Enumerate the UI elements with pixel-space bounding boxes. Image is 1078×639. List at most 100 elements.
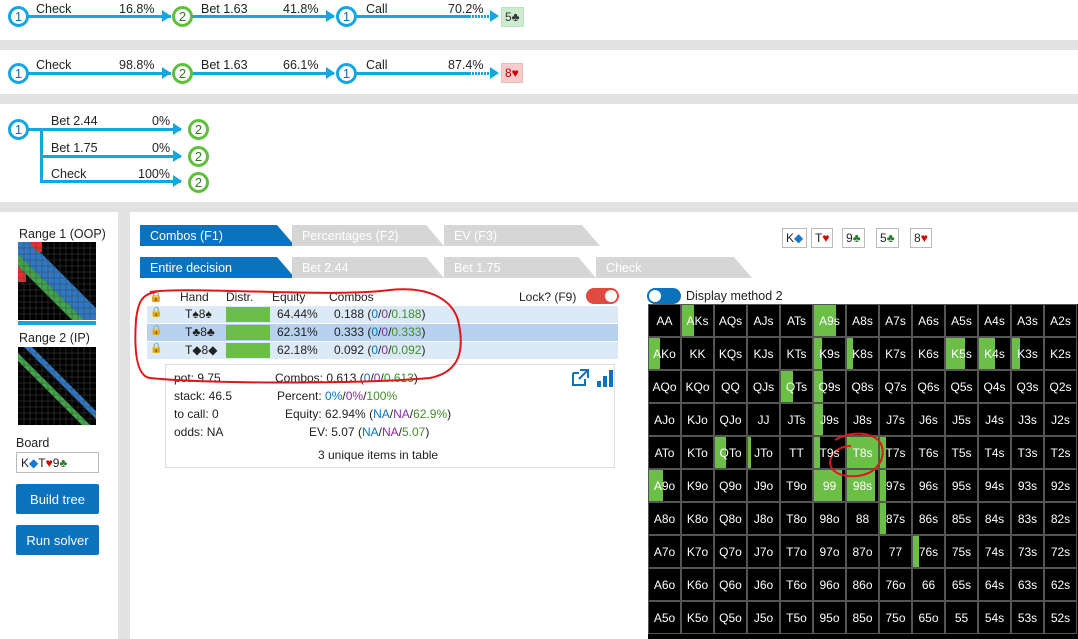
- hand-cell-65s[interactable]: 65s: [945, 568, 978, 601]
- hand-cell-77[interactable]: 77: [879, 535, 912, 568]
- tree-root-node[interactable]: 1: [8, 119, 29, 140]
- action-label[interactable]: Bet 2.44: [51, 114, 98, 128]
- hand-cell-ajo[interactable]: AJo: [648, 403, 681, 436]
- tab-combos[interactable]: Combos (F1): [140, 225, 295, 246]
- hand-cell-q7o[interactable]: Q7o: [714, 535, 747, 568]
- lock-icon[interactable]: 🔒: [150, 343, 162, 354]
- hand-cell-a4s[interactable]: A4s: [978, 304, 1011, 337]
- action-label[interactable]: Check: [51, 167, 86, 181]
- hand-cell-95o[interactable]: 95o: [813, 601, 846, 634]
- hand-cell-k6s[interactable]: K6s: [912, 337, 945, 370]
- tab-entire-decision[interactable]: Entire decision: [140, 257, 295, 278]
- hand-cell-a8o[interactable]: A8o: [648, 502, 681, 535]
- table-row[interactable]: 🔒 T◆8◆ 62.18% 0.092 (0/0/0.092): [147, 342, 618, 359]
- hand-cell-t6s[interactable]: T6s: [912, 436, 945, 469]
- hand-cell-86o[interactable]: 86o: [846, 568, 879, 601]
- hand-cell-j3s[interactable]: J3s: [1011, 403, 1044, 436]
- range2-grid-thumbnail[interactable]: [18, 347, 96, 425]
- hand-cell-k3s[interactable]: K3s: [1011, 337, 1044, 370]
- hand-cell-j8s[interactable]: J8s: [846, 403, 879, 436]
- hand-cell-76o[interactable]: 76o: [879, 568, 912, 601]
- hand-cell-aa[interactable]: AA: [648, 304, 681, 337]
- tree-child-node[interactable]: 2: [188, 119, 209, 140]
- hand-cell-87o[interactable]: 87o: [846, 535, 879, 568]
- hand-cell-t9o[interactable]: T9o: [780, 469, 813, 502]
- hand-cell-96o[interactable]: 96o: [813, 568, 846, 601]
- hand-cell-95s[interactable]: 95s: [945, 469, 978, 502]
- hand-cell-jto[interactable]: JTo: [747, 436, 780, 469]
- range1-grid-thumbnail[interactable]: [18, 242, 96, 320]
- hand-cell-kjs[interactable]: KJs: [747, 337, 780, 370]
- tab-ev[interactable]: EV (F3): [444, 225, 600, 246]
- hand-cell-ato[interactable]: ATo: [648, 436, 681, 469]
- hand-cell-q6o[interactable]: Q6o: [714, 568, 747, 601]
- lock-toggle[interactable]: [586, 288, 619, 304]
- action-label[interactable]: Call: [366, 2, 388, 16]
- hand-cell-a6s[interactable]: A6s: [912, 304, 945, 337]
- hand-cell-q7s[interactable]: Q7s: [879, 370, 912, 403]
- hand-cell-k8s[interactable]: K8s: [846, 337, 879, 370]
- action-label[interactable]: Bet 1.63: [201, 58, 248, 72]
- hand-cell-73s[interactable]: 73s: [1011, 535, 1044, 568]
- hand-cell-qq[interactable]: QQ: [714, 370, 747, 403]
- hand-cell-a6o[interactable]: A6o: [648, 568, 681, 601]
- hand-cell-72s[interactable]: 72s: [1044, 535, 1077, 568]
- hand-cell-kto[interactable]: KTo: [681, 436, 714, 469]
- hand-cell-jj[interactable]: JJ: [747, 403, 780, 436]
- hand-cell-a7s[interactable]: A7s: [879, 304, 912, 337]
- hand-cell-t7o[interactable]: T7o: [780, 535, 813, 568]
- hand-cell-k2s[interactable]: K2s: [1044, 337, 1077, 370]
- hand-cell-j7o[interactable]: J7o: [747, 535, 780, 568]
- display-method-toggle[interactable]: [647, 288, 681, 304]
- hand-cell-kk[interactable]: KK: [681, 337, 714, 370]
- tab-check[interactable]: Check: [596, 257, 752, 278]
- hand-cell-aqo[interactable]: AQo: [648, 370, 681, 403]
- hand-cell-jts[interactable]: JTs: [780, 403, 813, 436]
- hand-cell-86s[interactable]: 86s: [912, 502, 945, 535]
- hand-cell-ats[interactable]: ATs: [780, 304, 813, 337]
- action-label[interactable]: Call: [366, 58, 388, 72]
- build-tree-button[interactable]: Build tree: [16, 484, 99, 514]
- river-card[interactable]: 8♥: [501, 63, 523, 83]
- hand-cell-75o[interactable]: 75o: [879, 601, 912, 634]
- tab-bet-1-75[interactable]: Bet 1.75: [444, 257, 596, 278]
- hand-cell-99[interactable]: 99: [813, 469, 846, 502]
- hand-cell-t3s[interactable]: T3s: [1011, 436, 1044, 469]
- hand-cell-k5s[interactable]: K5s: [945, 337, 978, 370]
- tree-child-node[interactable]: 2: [188, 172, 209, 193]
- hand-cell-q3s[interactable]: Q3s: [1011, 370, 1044, 403]
- hand-cell-54s[interactable]: 54s: [978, 601, 1011, 634]
- hand-cell-t5o[interactable]: T5o: [780, 601, 813, 634]
- tree-node-oop[interactable]: 1: [336, 63, 357, 84]
- hand-cell-qjs[interactable]: QJs: [747, 370, 780, 403]
- hand-cell-aks[interactable]: AKs: [681, 304, 714, 337]
- hand-cell-k9s[interactable]: K9s: [813, 337, 846, 370]
- hand-cell-qts[interactable]: QTs: [780, 370, 813, 403]
- col-hand[interactable]: Hand: [180, 290, 209, 304]
- hand-cell-k5o[interactable]: K5o: [681, 601, 714, 634]
- action-label[interactable]: Check: [36, 58, 71, 72]
- hand-cell-q5s[interactable]: Q5s: [945, 370, 978, 403]
- external-link-icon[interactable]: [571, 369, 591, 387]
- lock-icon[interactable]: 🔒: [150, 307, 162, 318]
- hand-cell-64s[interactable]: 64s: [978, 568, 1011, 601]
- hand-cell-94s[interactable]: 94s: [978, 469, 1011, 502]
- hand-cell-ajs[interactable]: AJs: [747, 304, 780, 337]
- hand-cell-75s[interactable]: 75s: [945, 535, 978, 568]
- hand-cell-j6o[interactable]: J6o: [747, 568, 780, 601]
- hand-cell-j2s[interactable]: J2s: [1044, 403, 1077, 436]
- hand-cell-92s[interactable]: 92s: [1044, 469, 1077, 502]
- tab-bet-2-44[interactable]: Bet 2.44: [292, 257, 444, 278]
- hand-cell-aqs[interactable]: AQs: [714, 304, 747, 337]
- hand-cell-a5o[interactable]: A5o: [648, 601, 681, 634]
- col-equity[interactable]: Equity: [272, 290, 305, 304]
- hand-cell-k7s[interactable]: K7s: [879, 337, 912, 370]
- hand-cell-96s[interactable]: 96s: [912, 469, 945, 502]
- hand-cell-kqs[interactable]: KQs: [714, 337, 747, 370]
- hand-cell-k9o[interactable]: K9o: [681, 469, 714, 502]
- tree-node-ip[interactable]: 2: [172, 63, 193, 84]
- hand-cell-t8o[interactable]: T8o: [780, 502, 813, 535]
- hand-cell-52s[interactable]: 52s: [1044, 601, 1077, 634]
- hand-cell-a5s[interactable]: A5s: [945, 304, 978, 337]
- hand-cell-76s[interactable]: 76s: [912, 535, 945, 568]
